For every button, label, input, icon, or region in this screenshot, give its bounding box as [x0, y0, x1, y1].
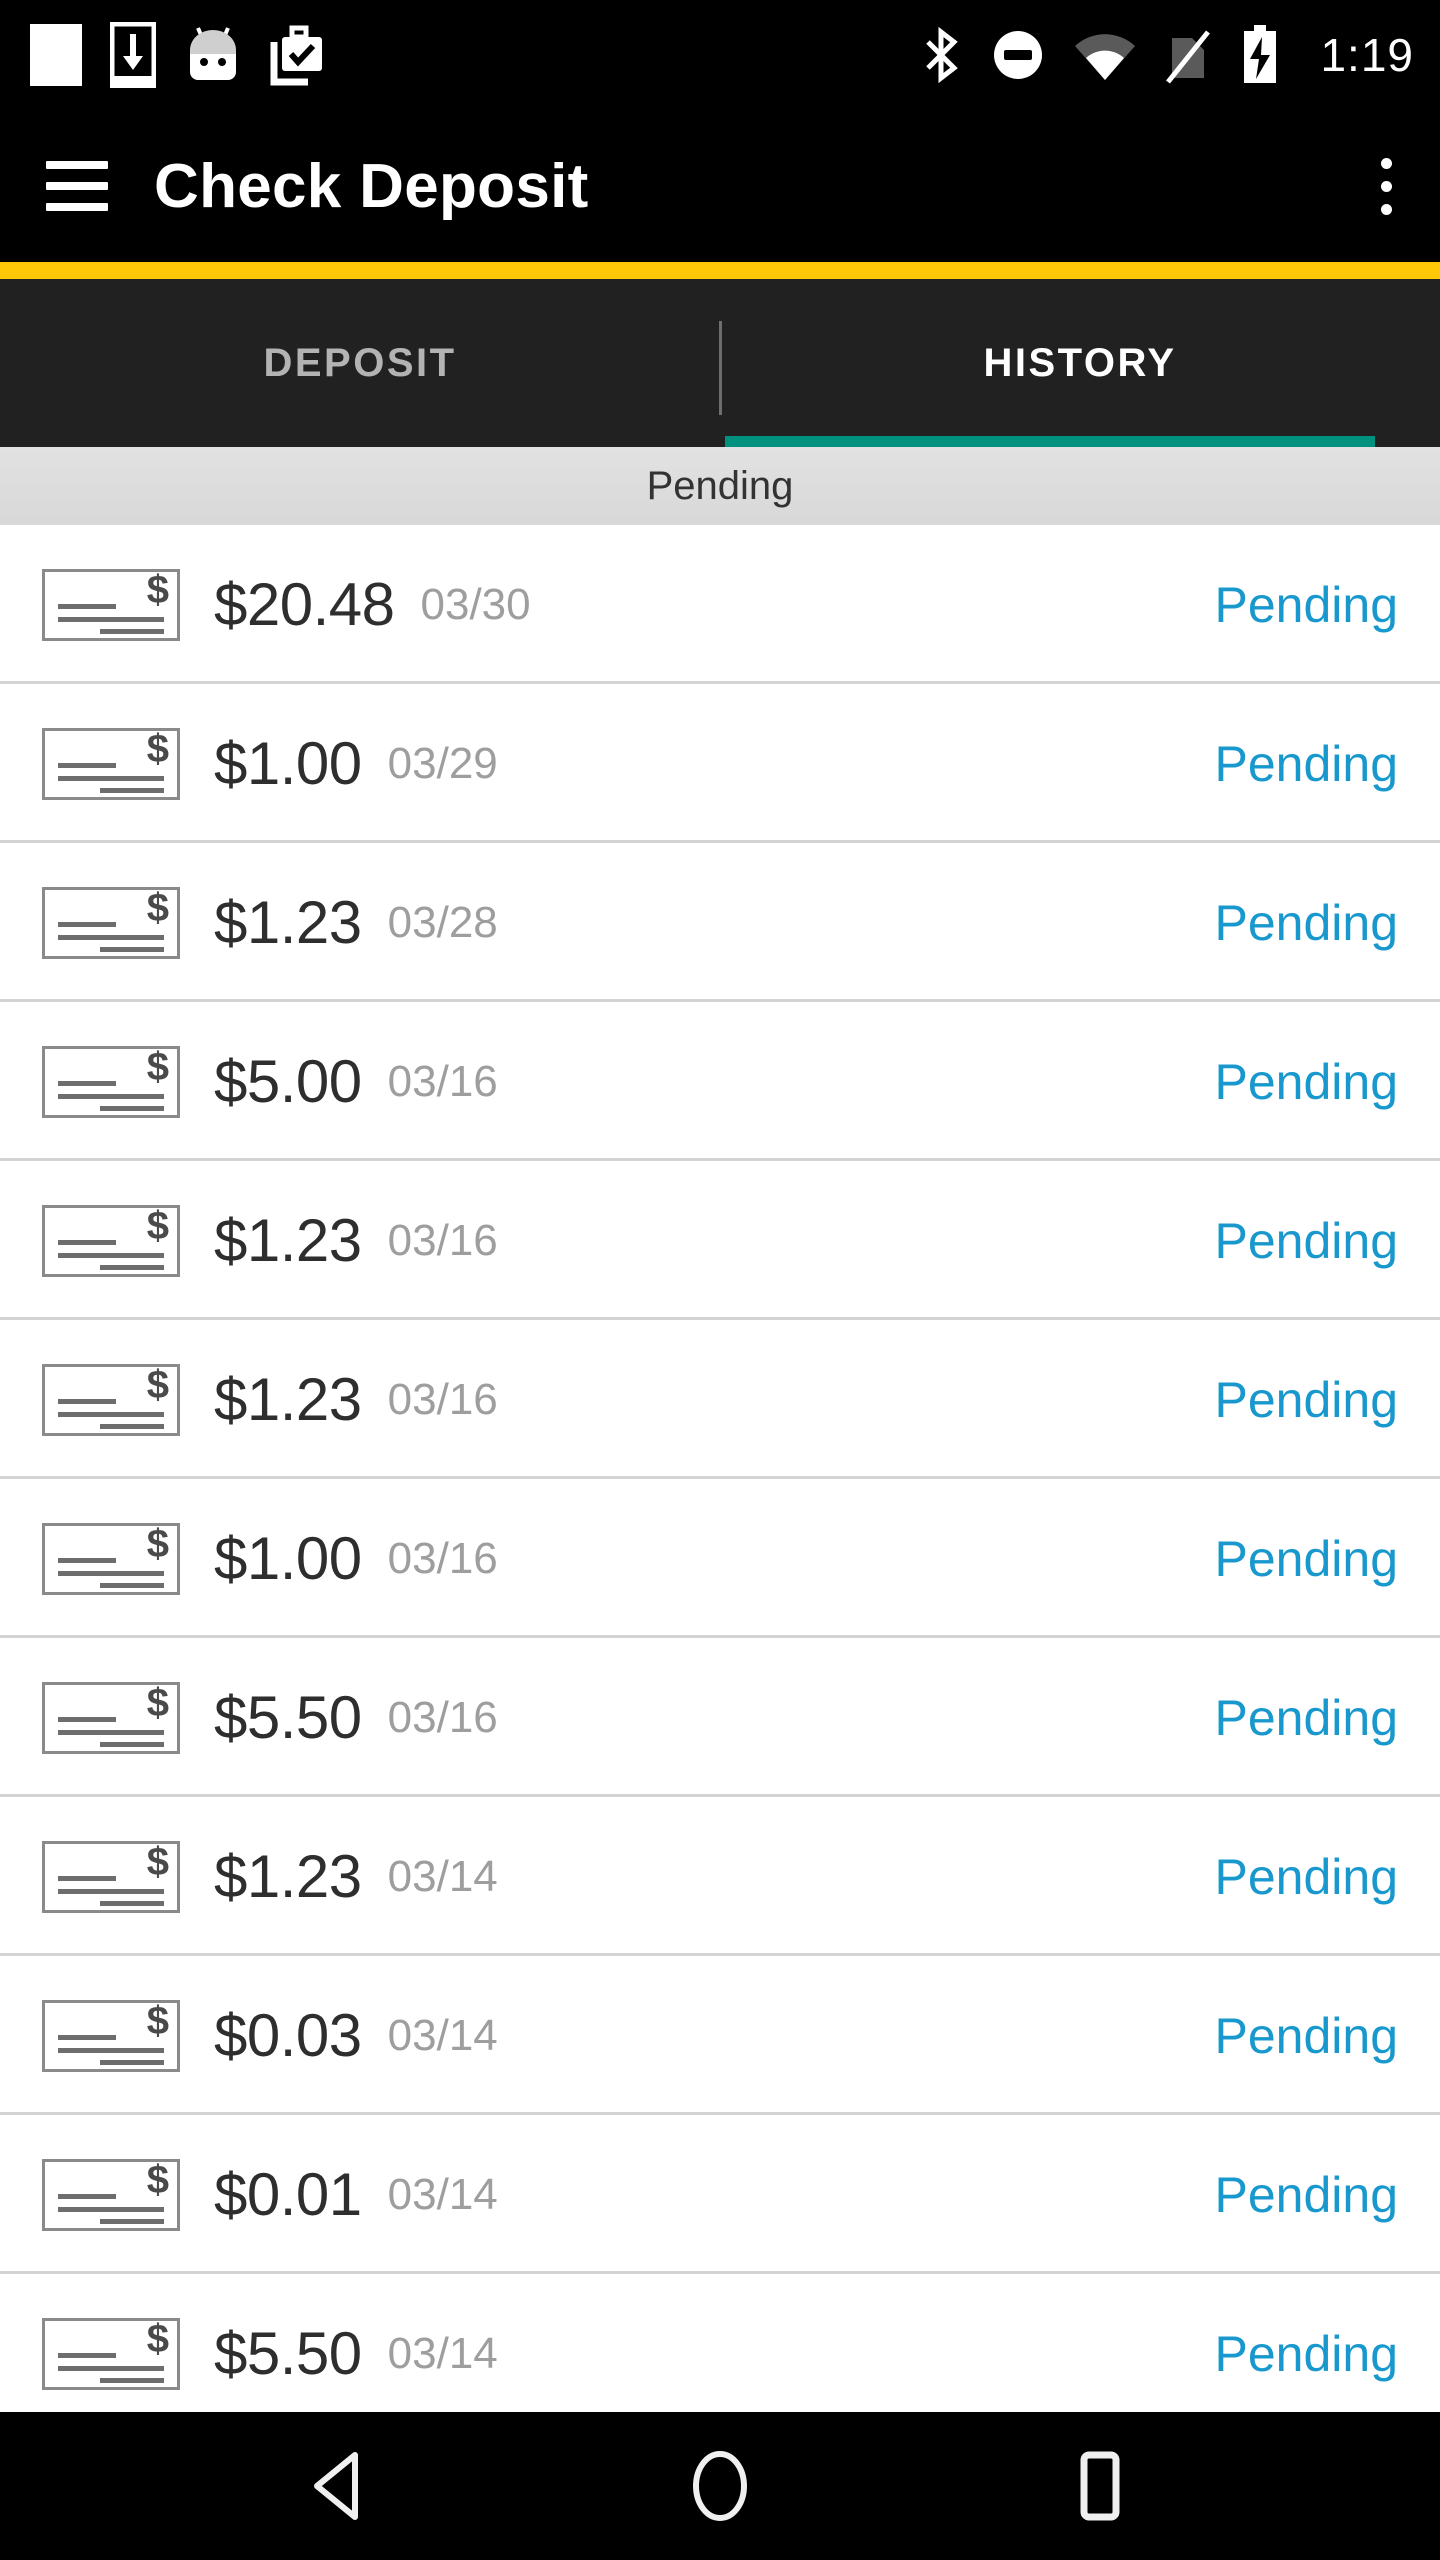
deposit-amount: $20.48 [214, 571, 395, 638]
table-row[interactable]: $ $0.01 03/14 Pending [0, 2115, 1440, 2274]
deposit-amount: $1.23 [214, 1207, 362, 1274]
table-row[interactable]: $ $5.50 03/16 Pending [0, 1638, 1440, 1797]
check-icon: $ [42, 1681, 180, 1754]
check-icon: $ [42, 1204, 180, 1277]
deposit-date: 03/16 [387, 1692, 498, 1742]
check-icon: $ [42, 727, 180, 800]
section-header-pending: Pending [0, 447, 1440, 525]
more-vertical-icon[interactable] [1371, 148, 1402, 225]
tab-deposit[interactable]: DEPOSIT [0, 279, 720, 447]
deposit-date: 03/14 [387, 2010, 498, 2060]
status-bar-right-icons: 1:19 [922, 25, 1414, 85]
back-button[interactable] [280, 2426, 400, 2546]
table-row[interactable]: $ $1.00 03/16 Pending [0, 1479, 1440, 1638]
status-badge: Pending [1214, 735, 1399, 792]
table-row[interactable]: $ $0.03 03/14 Pending [0, 1956, 1440, 2115]
check-icon: $ [42, 1840, 180, 1913]
tab-bar: DEPOSIT HISTORY [0, 279, 1440, 447]
check-icon: $ [42, 1999, 180, 2072]
deposit-amount: $5.50 [214, 1684, 362, 1751]
deposit-date: 03/16 [387, 1056, 498, 1106]
status-badge: Pending [1214, 894, 1399, 951]
status-badge: Pending [1214, 2325, 1399, 2382]
check-icon: $ [42, 1045, 180, 1118]
deposit-date: 03/16 [387, 1215, 498, 1265]
status-badge: Pending [1214, 2166, 1399, 2223]
status-badge: Pending [1214, 1053, 1399, 1110]
accent-stripe [0, 262, 1440, 279]
android-nav-bar [0, 2412, 1440, 2560]
do-not-disturb-icon [992, 29, 1044, 81]
deposit-amount: $1.23 [214, 1843, 362, 1910]
blank-notification-icon [30, 24, 82, 86]
check-icon: $ [42, 1363, 180, 1436]
deposit-amount: $1.23 [214, 889, 362, 956]
deposit-amount: $1.00 [214, 730, 362, 797]
deposit-amount: $0.01 [214, 2161, 362, 2228]
status-badge: Pending [1214, 1848, 1399, 1905]
deposit-amount: $0.03 [214, 2002, 362, 2069]
status-badge: Pending [1214, 576, 1399, 633]
page-title: Check Deposit [154, 151, 589, 221]
download-to-phone-icon [110, 22, 156, 88]
tab-history[interactable]: HISTORY [720, 279, 1440, 447]
deposit-amount: $1.00 [214, 1525, 362, 1592]
check-icon: $ [42, 1522, 180, 1595]
check-icon: $ [42, 2158, 180, 2231]
deposit-amount: $1.23 [214, 1366, 362, 1433]
bluetooth-icon [922, 26, 962, 84]
phone-screen: 1:19 Check Deposit DEPOSIT HISTORY Pendi… [0, 0, 1440, 2560]
table-row[interactable]: $ $1.23 03/28 Pending [0, 843, 1440, 1002]
deposit-amount: $5.00 [214, 1048, 362, 1115]
status-badge: Pending [1214, 1212, 1399, 1269]
status-bar-clock: 1:19 [1320, 29, 1414, 81]
table-row[interactable]: $ $20.48 03/30 Pending [0, 525, 1440, 684]
deposit-date: 03/16 [387, 1533, 498, 1583]
tab-active-indicator [725, 436, 1375, 447]
table-row[interactable]: $ $1.23 03/14 Pending [0, 1797, 1440, 1956]
recents-button[interactable] [1040, 2426, 1160, 2546]
table-row[interactable]: $ $1.23 03/16 Pending [0, 1320, 1440, 1479]
deposit-date: 03/16 [387, 1374, 498, 1424]
deposit-date: 03/29 [387, 738, 498, 788]
check-icon: $ [42, 886, 180, 959]
deposit-date: 03/14 [387, 2169, 498, 2219]
deposit-date: 03/14 [387, 1851, 498, 1901]
hamburger-menu-icon[interactable] [46, 161, 108, 211]
deposit-date: 03/30 [420, 579, 531, 629]
work-briefcase-check-icon [270, 24, 328, 86]
table-row[interactable]: $ $1.23 03/16 Pending [0, 1161, 1440, 1320]
status-badge: Pending [1214, 1371, 1399, 1428]
android-robot-icon [184, 24, 242, 86]
wifi-icon [1074, 30, 1136, 80]
home-button[interactable] [660, 2426, 780, 2546]
status-bar-left-icons [30, 22, 328, 88]
status-badge: Pending [1214, 2007, 1399, 2064]
table-row[interactable]: $ $5.50 03/14 Pending [0, 2274, 1440, 2412]
table-row[interactable]: $ $5.00 03/16 Pending [0, 1002, 1440, 1161]
deposit-date: 03/14 [387, 2328, 498, 2378]
deposit-history-list[interactable]: $ $20.48 03/30 Pending $ $1.00 03/29 Pending $ $1… [0, 525, 1440, 2412]
check-icon: $ [42, 568, 180, 641]
check-icon: $ [42, 2317, 180, 2390]
table-row[interactable]: $ $1.00 03/29 Pending [0, 684, 1440, 843]
deposit-date: 03/28 [387, 897, 498, 947]
status-badge: Pending [1214, 1689, 1399, 1746]
no-sim-icon [1166, 26, 1211, 84]
app-bar: Check Deposit [0, 110, 1440, 262]
status-bar: 1:19 [0, 0, 1440, 110]
deposit-amount: $5.50 [214, 2320, 362, 2387]
status-badge: Pending [1214, 1530, 1399, 1587]
battery-charging-icon [1240, 25, 1280, 85]
